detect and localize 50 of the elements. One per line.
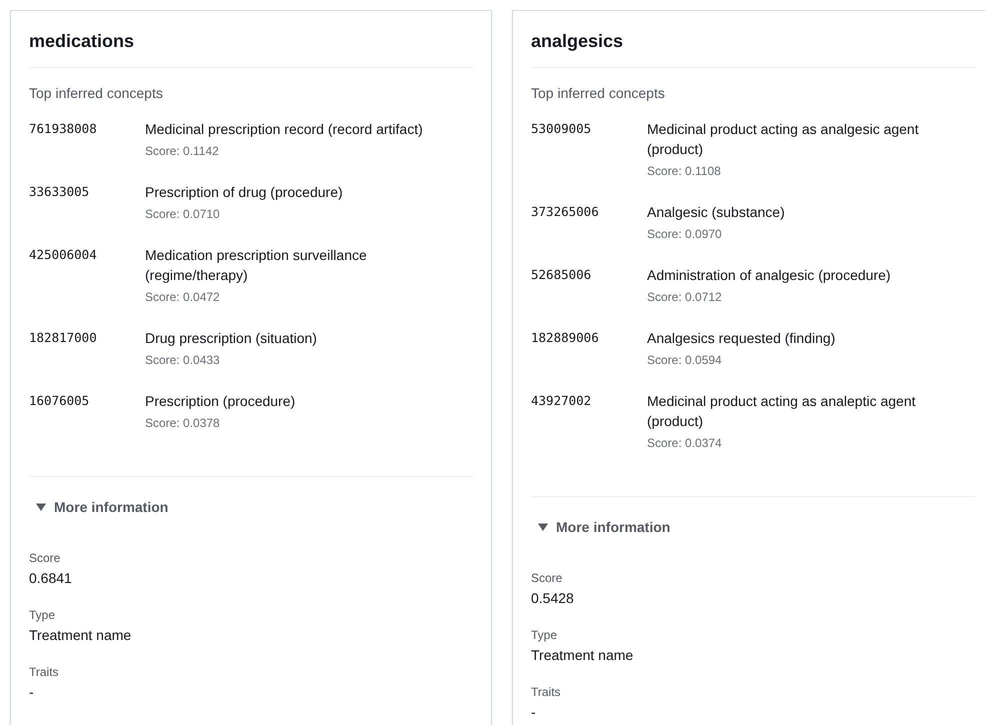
concept-name: Drug prescription (situation) — [145, 329, 318, 348]
concept-code: 182889006 — [531, 329, 600, 347]
concept-score: Score: 0.0472 — [145, 289, 221, 306]
concept-name: Analgesic (substance) — [647, 203, 786, 222]
concept-code: 52685006 — [531, 266, 592, 284]
concept-score: Score: 0.0378 — [145, 415, 221, 432]
card-title: medications — [29, 11, 473, 68]
field-value: Treatment name — [29, 626, 132, 645]
concept-code: 33633005 — [29, 183, 90, 201]
concept-name: Medication prescription surveillance (regime/therapy) — [145, 246, 368, 285]
more-information-toggle[interactable]: More information — [29, 497, 168, 517]
concept-code: 761938008 — [29, 120, 98, 138]
card-title: analgesics — [531, 11, 975, 68]
concept-score: Score: 0.1108 — [647, 163, 722, 180]
field-value: - — [29, 683, 35, 702]
concept-name: Medicinal product acting as analeptic agent (product) — [647, 392, 917, 431]
concept-score: Score: 0.1142 — [145, 143, 220, 160]
concept-name: Analgesics requested (finding) — [647, 329, 836, 348]
concept-score: Score: 0.0712 — [647, 289, 723, 306]
field-label: Type — [531, 627, 558, 643]
concept-code: 53009005 — [531, 120, 592, 138]
field-value: Treatment name — [531, 646, 634, 665]
concept-score: Score: 0.0433 — [145, 352, 221, 369]
caret-icon — [538, 522, 548, 532]
caret-icon — [36, 502, 46, 512]
concept-code: 43927002 — [531, 392, 592, 410]
concept-score: Score: 0.0970 — [647, 226, 723, 243]
concept-code: 425006004 — [29, 246, 98, 264]
concept-code: 16076005 — [29, 392, 90, 410]
concept-name: Prescription (procedure) — [145, 392, 296, 411]
field-value: - — [531, 703, 537, 722]
field-value: 0.6841 — [29, 569, 73, 588]
concept-name: Medicinal product acting as analgesic agent (product) — [647, 120, 920, 159]
concept-score: Score: 0.0710 — [145, 206, 221, 223]
field-value: 0.5428 — [531, 589, 575, 608]
field-label: Score — [531, 570, 564, 586]
concept-code: 182817000 — [29, 329, 98, 347]
field-label: Traits — [531, 684, 562, 700]
section-label: Top inferred concepts — [29, 84, 164, 103]
field-label: Type — [29, 607, 56, 623]
concept-score: Score: 0.0594 — [647, 352, 723, 369]
field-label: Traits — [29, 664, 60, 680]
concept-score: Score: 0.0374 — [647, 435, 723, 452]
field-label: Score — [29, 550, 62, 566]
concept-name: Medicinal prescription record (record artifact) — [145, 120, 424, 139]
concept-name: Administration of analgesic (procedure) — [647, 266, 892, 285]
section-label: Top inferred concepts — [531, 84, 666, 103]
concept-code: 373265006 — [531, 203, 600, 221]
concept-name: Prescription of drug (procedure) — [145, 183, 344, 202]
more-information-toggle[interactable]: More information — [531, 517, 670, 537]
